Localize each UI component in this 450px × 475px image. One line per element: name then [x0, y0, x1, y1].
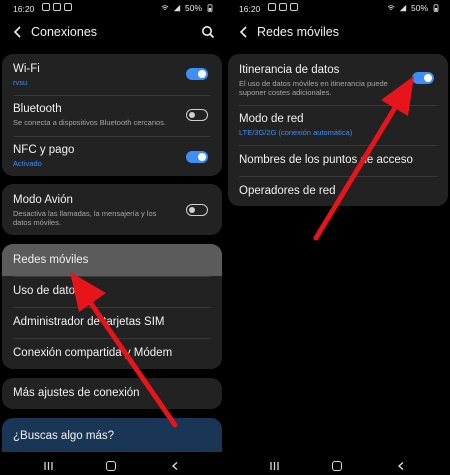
system-icons: 50%	[161, 3, 214, 13]
redes-moviles-label: Redes móviles	[13, 254, 89, 266]
wifi-label: Wi-Fi	[13, 63, 40, 75]
nfc-toggle[interactable]	[186, 151, 208, 163]
nfc-status: Activado	[13, 159, 42, 168]
airplane-card: Modo Avión Desactiva las llamadas, la me…	[2, 184, 222, 235]
nav-back-icon[interactable]	[171, 462, 179, 470]
left-screen: 16:20 50% Conexiones Wi-Fi rvsu Bluetoot…	[0, 0, 224, 475]
page-title: Redes móviles	[257, 25, 339, 39]
more-settings-item[interactable]: Más ajustes de conexión	[2, 378, 222, 409]
wifi-network-name: rvsu	[13, 78, 28, 87]
more-settings-label: Más ajustes de conexión	[13, 387, 140, 399]
back-arrow-icon[interactable]	[236, 24, 252, 40]
connections-card: Wi-Fi rvsu Bluetooth Se conecta a dispos…	[2, 54, 222, 176]
page-title: Conexiones	[31, 25, 98, 39]
status-time: 16:20	[13, 4, 35, 14]
data-roaming-toggle[interactable]	[412, 72, 434, 84]
nav-back-icon[interactable]	[397, 462, 405, 470]
airplane-mode-description: Desactiva las llamadas, la mensajería y …	[13, 209, 157, 227]
home-icon[interactable]	[106, 461, 116, 471]
notification-icon	[42, 3, 50, 11]
notification-icon	[268, 3, 276, 11]
system-icons: 50%	[387, 3, 440, 13]
navigation-bar	[0, 457, 224, 475]
notification-icon	[279, 3, 287, 11]
notification-icons	[42, 3, 72, 11]
airplane-mode-label: Modo Avión	[13, 194, 73, 206]
battery-icon	[433, 4, 439, 12]
notification-icons	[268, 3, 298, 11]
apn-label: Nombres de los puntos de acceso	[239, 154, 413, 166]
redes-moviles-item[interactable]: Redes móviles	[2, 244, 222, 276]
network-card: Redes móviles Uso de datos Administrador…	[2, 244, 222, 369]
recents-icon[interactable]	[270, 462, 279, 470]
app-bar: Redes móviles	[226, 18, 450, 48]
wifi-toggle[interactable]	[186, 68, 208, 80]
bluetooth-toggle[interactable]	[186, 109, 208, 121]
status-time: 16:20	[239, 4, 261, 14]
notification-icon	[53, 3, 61, 11]
status-bar: 16:20 50%	[0, 0, 224, 16]
bluetooth-label: Bluetooth	[13, 103, 62, 115]
search-icon[interactable]	[200, 24, 216, 40]
network-operators-item[interactable]: Operadores de red	[228, 176, 448, 206]
airplane-mode-toggle[interactable]	[186, 204, 208, 216]
home-icon[interactable]	[332, 461, 342, 471]
sim-manager-item[interactable]: Administrador de tarjetas SIM	[2, 307, 222, 338]
nfc-item[interactable]: NFC y pago Activado	[2, 136, 222, 176]
back-arrow-icon[interactable]	[10, 24, 26, 40]
wifi-item[interactable]: Wi-Fi rvsu	[2, 54, 222, 95]
nfc-label: NFC y pago	[13, 144, 75, 156]
battery-level: 50%	[410, 3, 428, 13]
battery-level: 50%	[184, 3, 202, 13]
notification-icon	[64, 3, 72, 11]
bluetooth-item[interactable]: Bluetooth Se conecta a dispositivos Blue…	[2, 95, 222, 136]
battery-icon	[207, 4, 213, 12]
data-roaming-description: El uso de datos móviles en itinerancia p…	[239, 79, 388, 97]
network-mode-value: LTE/3G/2G (conexión automática)	[239, 128, 353, 137]
apn-item[interactable]: Nombres de los puntos de acceso	[228, 145, 448, 176]
tethering-item[interactable]: Conexión compartida y Módem	[2, 338, 222, 369]
wifi-icon	[161, 5, 169, 10]
notification-icon	[290, 3, 298, 11]
tethering-label: Conexión compartida y Módem	[13, 347, 173, 359]
right-screen: 16:20 50% Redes móviles Itinerancia de d…	[226, 0, 450, 475]
uso-de-datos-label: Uso de datos	[13, 285, 81, 297]
airplane-mode-item[interactable]: Modo Avión Desactiva las llamadas, la me…	[2, 184, 222, 235]
mobile-networks-card: Itinerancia de datos El uso de datos móv…	[228, 54, 448, 206]
navigation-bar	[226, 457, 450, 475]
sim-manager-label: Administrador de tarjetas SIM	[13, 316, 165, 328]
data-roaming-label: Itinerancia de datos	[239, 64, 340, 76]
recents-icon[interactable]	[44, 462, 53, 470]
bluetooth-description: Se conecta a dispositivos Bluetooth cerc…	[13, 118, 167, 127]
app-bar: Conexiones	[0, 18, 224, 48]
network-mode-label: Modo de red	[239, 113, 304, 125]
network-operators-label: Operadores de red	[239, 185, 336, 197]
uso-de-datos-item[interactable]: Uso de datos	[2, 276, 222, 307]
wifi-icon	[387, 5, 395, 10]
data-roaming-item[interactable]: Itinerancia de datos El uso de datos móv…	[228, 54, 448, 105]
network-mode-item[interactable]: Modo de red LTE/3G/2G (conexión automáti…	[228, 105, 448, 145]
help-label: ¿Buscas algo más?	[13, 430, 114, 442]
more-settings-card: Más ajustes de conexión	[2, 378, 222, 409]
signal-icon	[173, 4, 181, 12]
help-card[interactable]: ¿Buscas algo más?	[2, 418, 222, 452]
status-bar: 16:20 50%	[226, 0, 450, 16]
signal-icon	[399, 4, 407, 12]
